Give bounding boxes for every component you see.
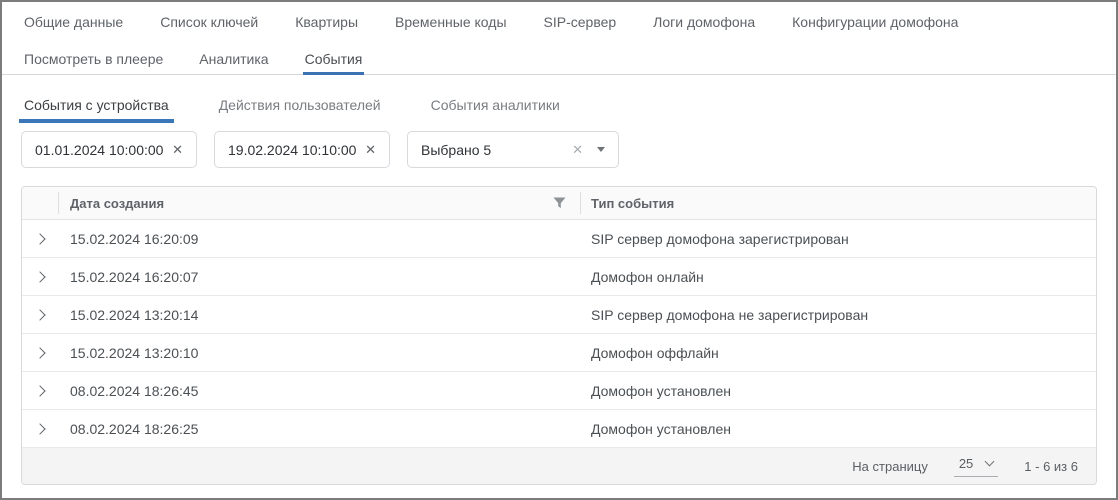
filter-funnel-icon[interactable] <box>553 197 566 209</box>
tab-temp-codes[interactable]: Временные коды <box>395 14 507 30</box>
per-page-label: На страницу <box>852 459 928 474</box>
tab-events[interactable]: События <box>305 51 363 74</box>
tab-general-data[interactable]: Общие данные <box>24 14 123 30</box>
events-table: Дата создания Тип события 15.02.2024 16:… <box>21 186 1097 485</box>
subtab-analytics-events[interactable]: События аналитики <box>426 97 565 119</box>
table-row[interactable]: 15.02.2024 13:20:14 SIP сервер домофона … <box>22 296 1096 334</box>
tab-analytics[interactable]: Аналитика <box>199 51 268 74</box>
date-from-filter: ✕ <box>21 131 197 168</box>
event-type: Домофон установлен <box>580 421 1096 437</box>
expand-row-icon[interactable] <box>34 347 45 358</box>
chevron-down-icon <box>985 457 995 467</box>
expand-row-icon[interactable] <box>34 385 45 396</box>
expand-row-icon[interactable] <box>34 233 45 244</box>
page-size-select[interactable]: 25 <box>954 456 998 477</box>
event-date: 15.02.2024 13:20:10 <box>58 345 580 361</box>
table-row[interactable]: 15.02.2024 16:20:09 SIP сервер домофона … <box>22 220 1096 258</box>
subtab-device-events[interactable]: События с устройства <box>19 97 174 119</box>
pagination-range: 1 - 6 из 6 <box>1024 459 1078 474</box>
date-column-label: Дата создания <box>70 196 164 211</box>
page-size-value: 25 <box>959 456 973 471</box>
app-window: Общие данные Список ключей Квартиры Врем… <box>0 0 1118 500</box>
date-to-input[interactable] <box>228 142 359 158</box>
type-column-header: Тип события <box>580 187 1096 219</box>
event-date: 08.02.2024 18:26:45 <box>58 383 580 399</box>
primary-tab-bar: Общие данные Список ключей Квартиры Врем… <box>2 2 1116 42</box>
events-subtab-bar: События с устройства Действия пользовате… <box>2 97 1116 119</box>
table-row[interactable]: 15.02.2024 13:20:10 Домофон оффлайн <box>22 334 1096 372</box>
event-date: 15.02.2024 16:20:09 <box>58 231 580 247</box>
clear-date-to-icon[interactable]: ✕ <box>365 143 376 156</box>
tab-key-list[interactable]: Список ключей <box>160 14 258 30</box>
clear-event-type-icon[interactable]: ✕ <box>572 143 583 156</box>
event-type-select[interactable]: Выбрано 5 ✕ <box>407 131 619 168</box>
expander-column-header <box>22 187 58 219</box>
type-column-label: Тип события <box>591 196 674 211</box>
tab-intercom-logs[interactable]: Логи домофона <box>653 14 755 30</box>
event-type: SIP сервер домофона зарегистрирован <box>580 231 1096 247</box>
clear-date-from-icon[interactable]: ✕ <box>172 143 183 156</box>
tab-view-in-player[interactable]: Посмотреть в плеере <box>24 51 163 74</box>
tab-apartments[interactable]: Квартиры <box>295 14 358 30</box>
event-type: Домофон онлайн <box>580 269 1096 285</box>
expand-row-icon[interactable] <box>34 271 45 282</box>
event-type-select-value: Выбрано 5 <box>421 142 491 158</box>
event-type: Домофон установлен <box>580 383 1096 399</box>
event-date: 15.02.2024 16:20:07 <box>58 269 580 285</box>
table-footer: На страницу 25 1 - 6 из 6 <box>22 448 1096 484</box>
date-column-header: Дата создания <box>58 187 580 219</box>
expand-row-icon[interactable] <box>34 423 45 434</box>
table-row[interactable]: 08.02.2024 18:26:25 Домофон установлен <box>22 410 1096 448</box>
secondary-tab-bar: Посмотреть в плеере Аналитика События <box>2 42 1116 75</box>
table-row[interactable]: 08.02.2024 18:26:45 Домофон установлен <box>22 372 1096 410</box>
event-date: 15.02.2024 13:20:14 <box>58 307 580 323</box>
event-type: Домофон оффлайн <box>580 345 1096 361</box>
tab-intercom-configs[interactable]: Конфигурации домофона <box>792 14 958 30</box>
expand-row-icon[interactable] <box>34 309 45 320</box>
event-type: SIP сервер домофона не зарегистрирован <box>580 307 1096 323</box>
table-header: Дата создания Тип события <box>22 187 1096 220</box>
dropdown-caret-icon[interactable] <box>597 147 605 152</box>
event-date: 08.02.2024 18:26:25 <box>58 421 580 437</box>
subtab-user-actions[interactable]: Действия пользователей <box>214 97 386 119</box>
date-to-filter: ✕ <box>214 131 390 168</box>
filter-bar: ✕ ✕ Выбрано 5 ✕ <box>21 131 1116 168</box>
date-from-input[interactable] <box>35 142 166 158</box>
tab-sip-server[interactable]: SIP-сервер <box>544 14 617 30</box>
table-row[interactable]: 15.02.2024 16:20:07 Домофон онлайн <box>22 258 1096 296</box>
